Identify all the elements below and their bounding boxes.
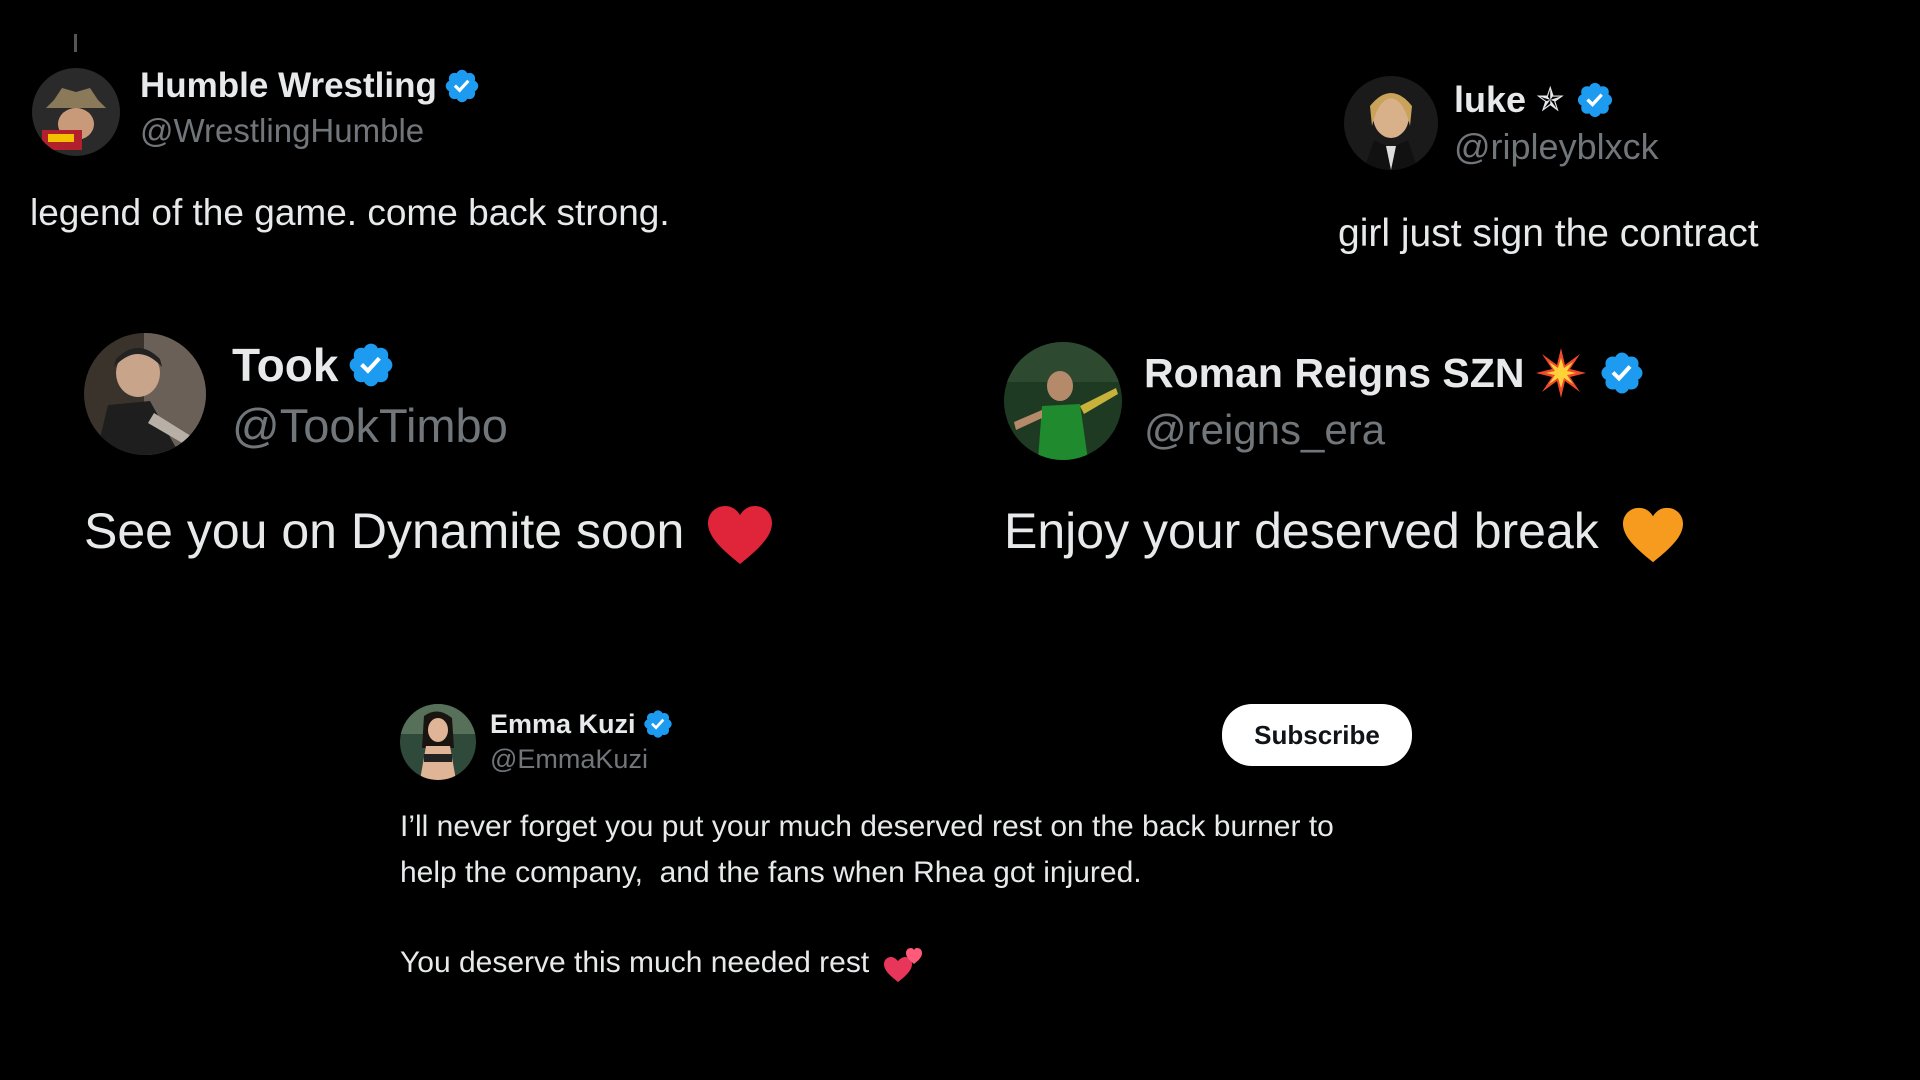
verified-badge-icon	[642, 708, 674, 740]
display-name[interactable]: Humble Wrestling	[140, 66, 437, 106]
tweet-text: Enjoy your deserved break	[1004, 503, 1599, 559]
user-handle[interactable]: @WrestlingHumble	[140, 112, 424, 150]
verified-badge-icon	[1575, 80, 1615, 120]
star-symbol-icon: ✯	[1536, 81, 1565, 119]
display-name[interactable]: luke	[1454, 79, 1526, 121]
divider-tick	[74, 34, 77, 52]
tweet-text: legend of the game. come back strong.	[30, 192, 670, 233]
avatar[interactable]	[1344, 76, 1438, 170]
collision-icon	[1536, 348, 1587, 398]
tweet-text-line-2: help the company, and the fans when Rhea…	[400, 856, 1142, 889]
user-handle[interactable]: @ripleyblxck	[1454, 126, 1659, 168]
verified-badge-icon	[443, 67, 481, 105]
user-handle[interactable]: @EmmaKuzi	[490, 744, 648, 775]
display-name[interactable]: Took	[232, 338, 338, 392]
avatar[interactable]	[32, 68, 120, 156]
tweet-text-line-3: You deserve this much needed rest	[400, 945, 870, 979]
verified-badge-icon	[1598, 349, 1646, 397]
tweet-text: See you on Dynamite soon	[84, 503, 685, 559]
tweet-text-line-1: I’ll never forget you put your much dese…	[400, 810, 1334, 843]
orange-heart-icon	[1622, 507, 1683, 563]
red-heart-icon	[708, 505, 773, 564]
user-handle[interactable]: @TookTimbo	[232, 398, 508, 453]
avatar[interactable]	[1004, 342, 1122, 460]
avatar[interactable]	[400, 704, 476, 780]
display-name[interactable]: Roman Reigns SZN	[1144, 350, 1524, 397]
tweet-text: girl just sign the contract	[1338, 212, 1759, 255]
verified-badge-icon	[346, 340, 396, 390]
two-hearts-icon	[883, 944, 924, 984]
tweet-body-line-3: You deserve this much needed rest	[400, 944, 924, 984]
avatar[interactable]	[84, 333, 206, 455]
subscribe-button[interactable]: Subscribe	[1222, 704, 1412, 766]
display-name[interactable]: Emma Kuzi	[490, 709, 636, 740]
user-handle[interactable]: @reigns_era	[1144, 406, 1385, 454]
tweet-body: See you on Dynamite soon	[84, 502, 773, 564]
tweet-body: Enjoy your deserved break	[1004, 502, 1683, 563]
